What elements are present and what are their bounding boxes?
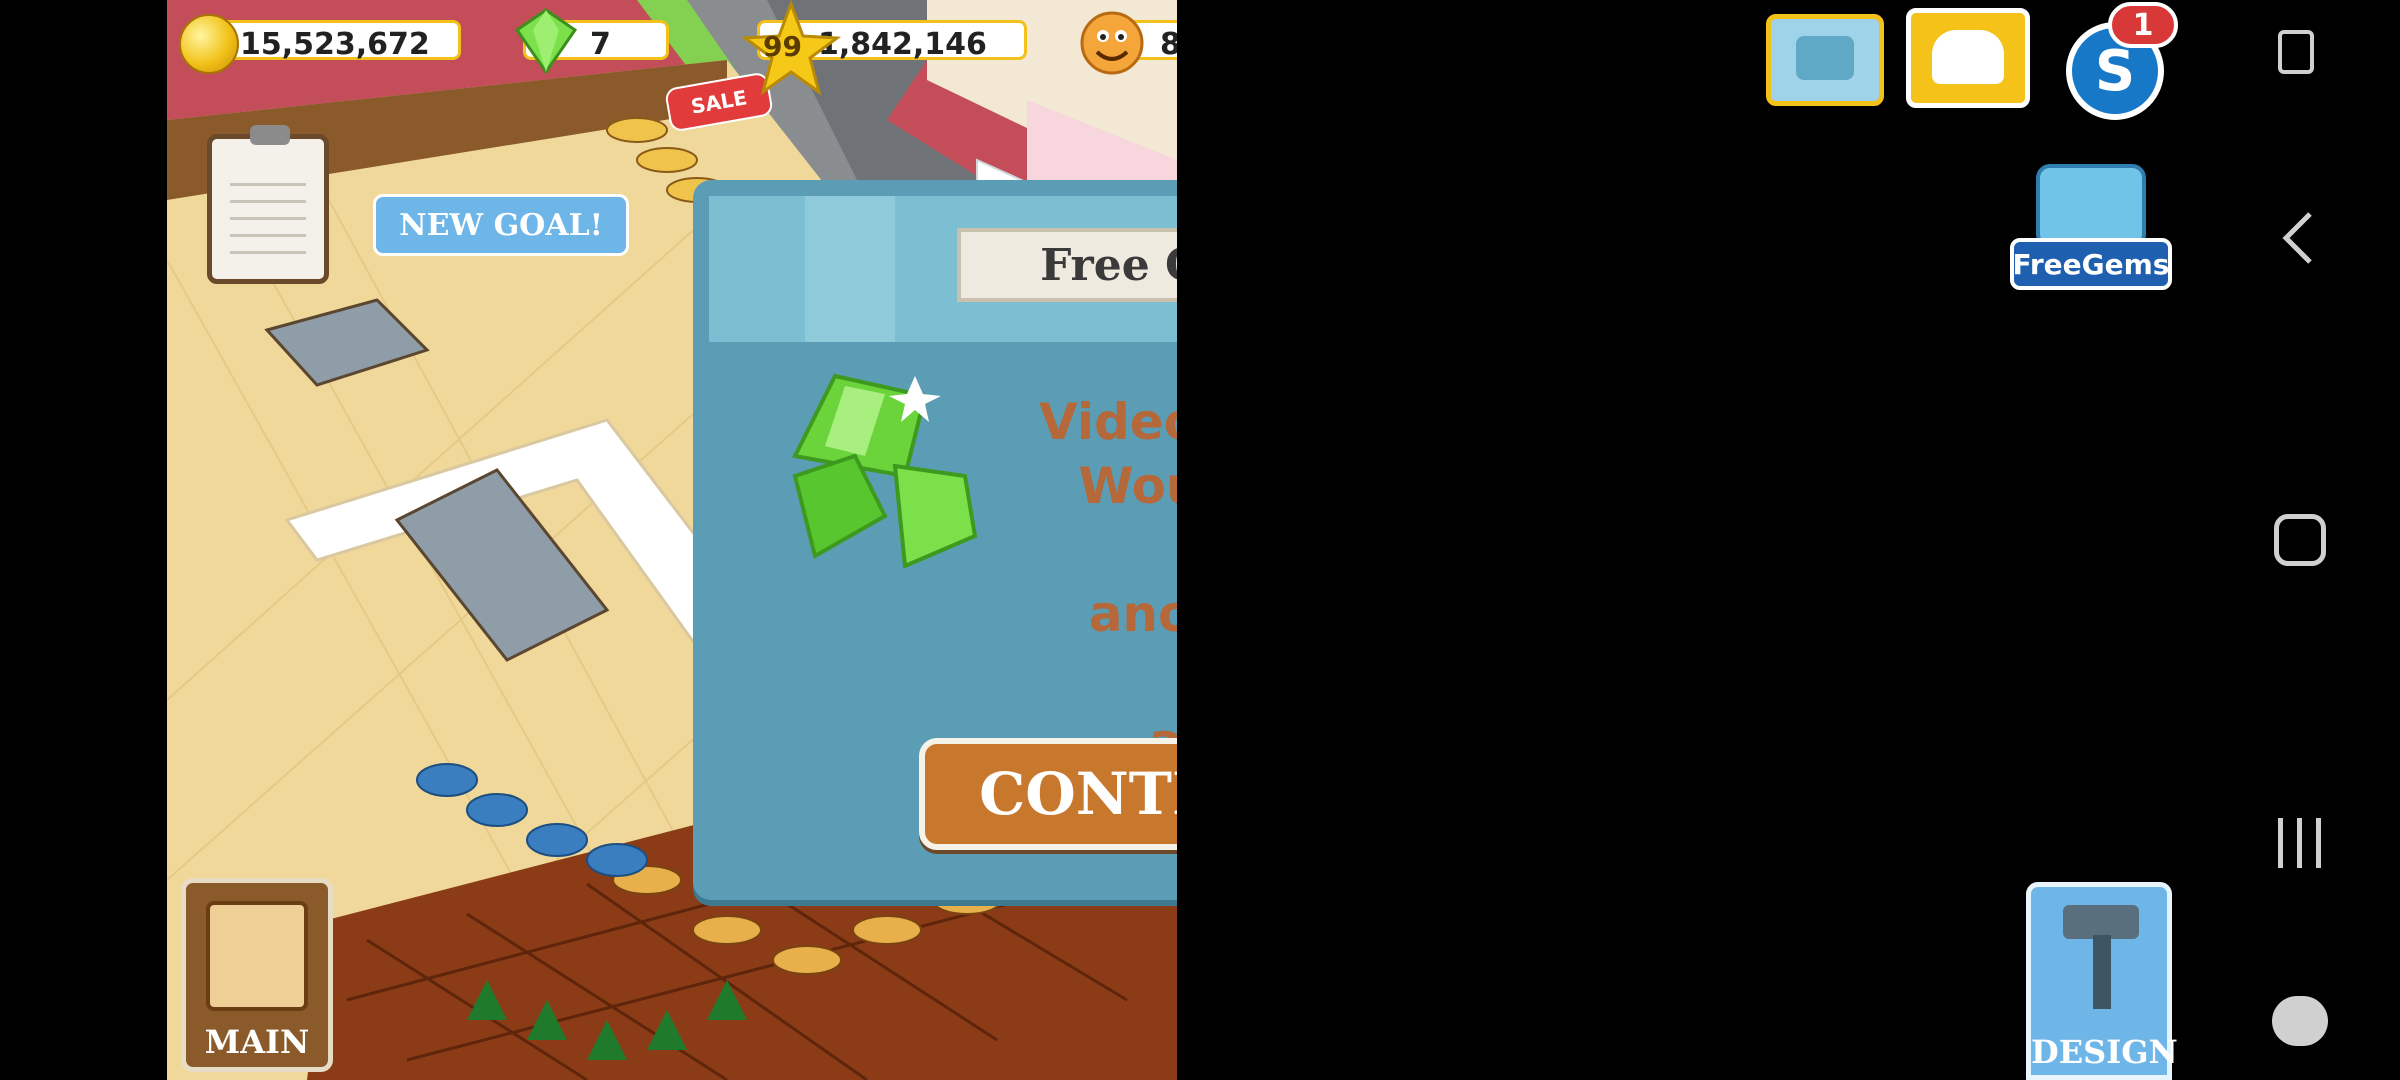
sale-badge-label: SALE [689, 85, 749, 119]
level-value: 99 [763, 30, 802, 63]
dialog-title-plaque: Free Gems [957, 228, 1177, 302]
message-line-1: Video did not finish. [1039, 393, 1177, 451]
main-menu-button[interactable]: MAIN [181, 878, 333, 1072]
free-gems-dialog: Free Gems X Video did not finish. Would … [693, 180, 1177, 900]
clipboard-goals-button[interactable] [207, 125, 329, 284]
gem-icon [514, 8, 578, 75]
new-goal-banner[interactable]: NEW GOAL! [373, 194, 629, 256]
free-gems-tv-icon [2036, 164, 2146, 248]
experience-value: 1,842,146 [818, 27, 987, 62]
free-gems-illustration [792, 373, 978, 569]
message-line-3: another video to earn [1088, 585, 1177, 643]
hammer-icon [2063, 905, 2139, 1015]
coin-value: 15,523,672 [240, 27, 430, 62]
home-icon[interactable] [2274, 514, 2326, 566]
free-gems-label-box: FreeGems [2010, 238, 2172, 290]
clipboard-lines-icon [230, 169, 306, 259]
phone-icon [1932, 30, 2004, 84]
free-gems-label: FreeGems [2012, 247, 2170, 281]
gem-value: 7 [590, 27, 611, 62]
clipboard-clip-icon [250, 125, 290, 145]
game-controller-icon[interactable] [2272, 996, 2328, 1046]
back-icon[interactable] [2278, 210, 2318, 266]
new-goal-label: NEW GOAL! [399, 207, 603, 243]
system-nav-bar [2178, 0, 2400, 1080]
notification-badge: 1 [2108, 2, 2178, 48]
dialog-message: Video did not finish. Would you like to … [1023, 390, 1177, 774]
happiness-face-icon [1080, 11, 1144, 75]
dialog-title-stripe-left [805, 196, 895, 342]
message-line-2: Would you like to watch [1078, 457, 1177, 515]
free-gems-button[interactable]: FreeGems [2010, 164, 2172, 294]
camera-icon [1796, 36, 1854, 80]
continue-button[interactable]: CONTINUE [919, 738, 1177, 850]
happiness-value: 87 [1160, 27, 1177, 62]
social-icon: S [2094, 38, 2136, 104]
design-label: DESIGN [2031, 1033, 2178, 1071]
coin-icon [179, 14, 239, 74]
dialog-title: Free Gems [1040, 239, 1177, 291]
main-clipboard-icon [206, 901, 308, 1011]
main-label: MAIN [204, 1023, 310, 1061]
design-button[interactable]: DESIGN [2026, 882, 2178, 1080]
game-viewport[interactable]: 15,523,672 7 SALE 1,842,146 99 87 NEW GO… [167, 0, 1177, 1080]
screenshot-icon[interactable] [2278, 30, 2314, 74]
notification-count: 1 [2132, 7, 2154, 43]
recents-icon[interactable] [2276, 818, 2324, 868]
left-letterbox [0, 0, 167, 1080]
continue-label: CONTINUE [979, 760, 1177, 828]
